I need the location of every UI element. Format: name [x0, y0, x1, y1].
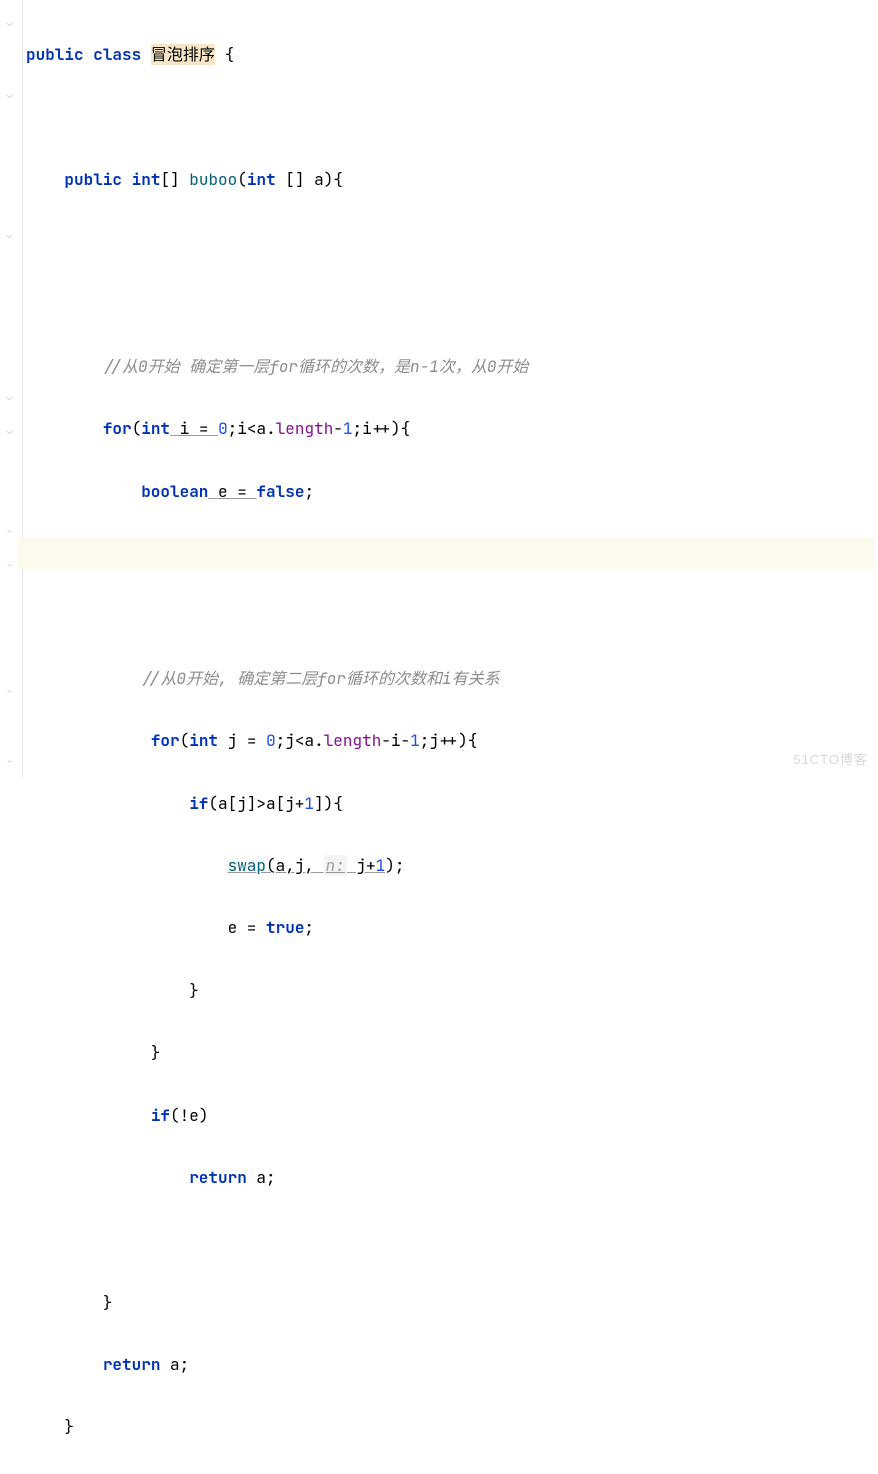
code-line: [22, 102, 878, 133]
fold-marker-icon: ⌄: [2, 230, 17, 240]
fold-marker-icon: ⌃: [2, 758, 17, 768]
code-line: //从0开始, 确定第二层for循环的次数和i有关系: [22, 663, 878, 694]
current-line-highlight: [18, 538, 874, 569]
fold-marker-icon: ⌄: [2, 90, 17, 100]
code-line: [22, 1224, 878, 1255]
code-line: boolean e = false;: [22, 476, 878, 507]
code-line: //从0开始 确定第一层for循环的次数，是n-1次，从0开始: [22, 351, 878, 382]
fold-marker-icon: ⌄: [2, 18, 17, 28]
code-line: }: [22, 1411, 878, 1442]
gutter: ⌄ ⌄ ⌄ ⌄ ⌄ ⌃ ⌃ ⌃ ⌃: [0, 0, 23, 778]
code-line: public class 冒泡排序 {: [22, 39, 878, 70]
fold-marker-icon: ⌃: [2, 528, 17, 538]
code-editor[interactable]: public class 冒泡排序 { public int[] buboo(i…: [22, 0, 878, 1474]
fold-marker-icon: ⌃: [2, 688, 17, 698]
code-line: [22, 601, 878, 632]
code-line: for(int i = 0;i<a.length-1;i++){: [22, 413, 878, 444]
fold-marker-icon: ⌃: [2, 562, 17, 572]
code-line: e = true;: [22, 912, 878, 943]
code-line: public int[] buboo(int [] a){: [22, 164, 878, 195]
code-line: }: [22, 1287, 878, 1318]
code-line: return a;: [22, 1349, 878, 1380]
code-line: for(int j = 0;j<a.length-i-1;j++){: [22, 725, 878, 756]
code-line: return a;: [22, 1162, 878, 1193]
fold-marker-icon: ⌄: [2, 426, 17, 436]
watermark-text: 51CTO博客: [793, 747, 868, 772]
code-line: [22, 289, 878, 320]
code-line: }: [22, 975, 878, 1006]
fold-marker-icon: ⌄: [2, 392, 17, 402]
parameter-hint: n:: [324, 855, 347, 876]
code-line: if(!e): [22, 1100, 878, 1131]
class-name-highlight: 冒泡排序: [151, 44, 215, 65]
code-line: if(a[j]>a[j+1]){: [22, 788, 878, 819]
code-line: swap(a,j, n: j+1);: [22, 850, 878, 881]
code-line: }: [22, 1037, 878, 1068]
code-line: [22, 226, 878, 257]
